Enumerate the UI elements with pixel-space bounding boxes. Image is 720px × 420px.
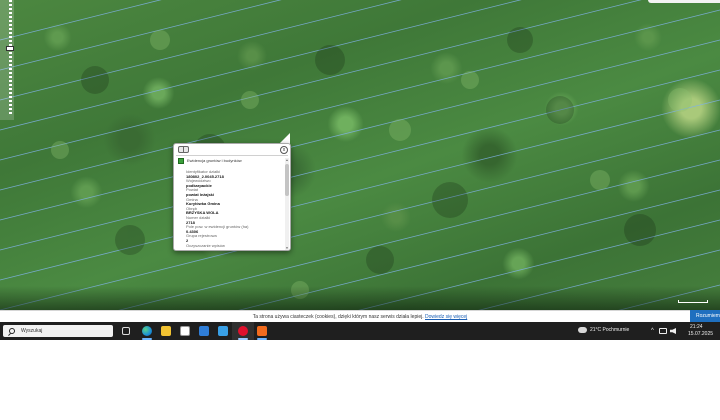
popup-scrollbar[interactable]: ▲ ▼	[285, 158, 289, 250]
opera-icon[interactable]	[238, 326, 248, 336]
parcel-attributes: Identyfikator działki 180802_2.0045.2718…	[186, 170, 284, 250]
volume-icon[interactable]	[670, 328, 676, 334]
store-icon[interactable]	[199, 326, 209, 336]
parcel-info-popup: x Ewidencja gruntów i budynków Identyfik…	[173, 143, 291, 251]
popup-divider	[176, 155, 288, 156]
taskbar-search-input[interactable]: Wyszukaj	[3, 325, 113, 337]
map-scale-bar	[678, 300, 708, 303]
app-orange-icon[interactable]	[257, 326, 267, 336]
calendar-icon[interactable]	[180, 326, 190, 336]
running-indicator	[257, 338, 267, 340]
layer-name: Ewidencja gruntów i budynków	[187, 158, 242, 163]
clock-date[interactable]: 15.07.2025	[688, 331, 713, 337]
layer-icon	[178, 158, 184, 164]
chevron-up-icon[interactable]: ^	[651, 327, 654, 335]
map-view[interactable]	[0, 0, 720, 310]
scroll-down-icon[interactable]: ▼	[285, 246, 289, 250]
running-indicator	[142, 338, 152, 340]
edge-icon[interactable]	[142, 326, 152, 336]
search-placeholder: Wyszukaj	[21, 328, 43, 334]
cookie-learn-more-link[interactable]: Dowiedz się więcej	[425, 314, 467, 320]
weather-icon[interactable]	[578, 325, 587, 333]
map-edge-shadow	[0, 286, 720, 310]
screen: x Ewidencja gruntów i budynków Identyfik…	[0, 0, 720, 340]
popup-header: x	[178, 146, 288, 154]
cookie-text: Ta strona używa ciasteczek (cookies), dz…	[252, 314, 424, 320]
toolbar-fragment	[648, 0, 720, 3]
cookie-message: Ta strona używa ciasteczek (cookies), dz…	[0, 313, 720, 321]
search-icon	[9, 328, 15, 334]
close-icon[interactable]: x	[280, 146, 288, 154]
task-view-icon[interactable]	[122, 327, 130, 335]
cookie-bar: Ta strona używa ciasteczek (cookies), dz…	[0, 310, 720, 322]
network-icon[interactable]	[659, 328, 667, 334]
scroll-thumb[interactable]	[285, 164, 289, 196]
parcel-boundaries	[0, 0, 720, 310]
clock-time[interactable]: 21:24	[690, 324, 703, 330]
file-explorer-icon[interactable]	[161, 326, 171, 336]
zoom-handle[interactable]	[6, 46, 14, 51]
running-indicator	[238, 338, 248, 340]
zoom-slider[interactable]	[0, 0, 14, 120]
zoom-track[interactable]	[9, 0, 12, 115]
scroll-up-icon[interactable]: ▲	[285, 158, 289, 162]
cookie-accept-button[interactable]: Rozumiem	[690, 310, 720, 322]
table-view-icon[interactable]	[178, 146, 189, 153]
photos-icon[interactable]	[218, 326, 228, 336]
weather-status[interactable]: 21°C Pochmurnie	[590, 326, 629, 335]
field-label-truncated: Oczyszczanie wpisów	[186, 242, 225, 248]
layer-row: Ewidencja gruntów i budynków	[178, 158, 286, 165]
taskbar: Wyszukaj 21°C Pochmurnie ^ 21:24 15.07.2…	[0, 322, 720, 340]
